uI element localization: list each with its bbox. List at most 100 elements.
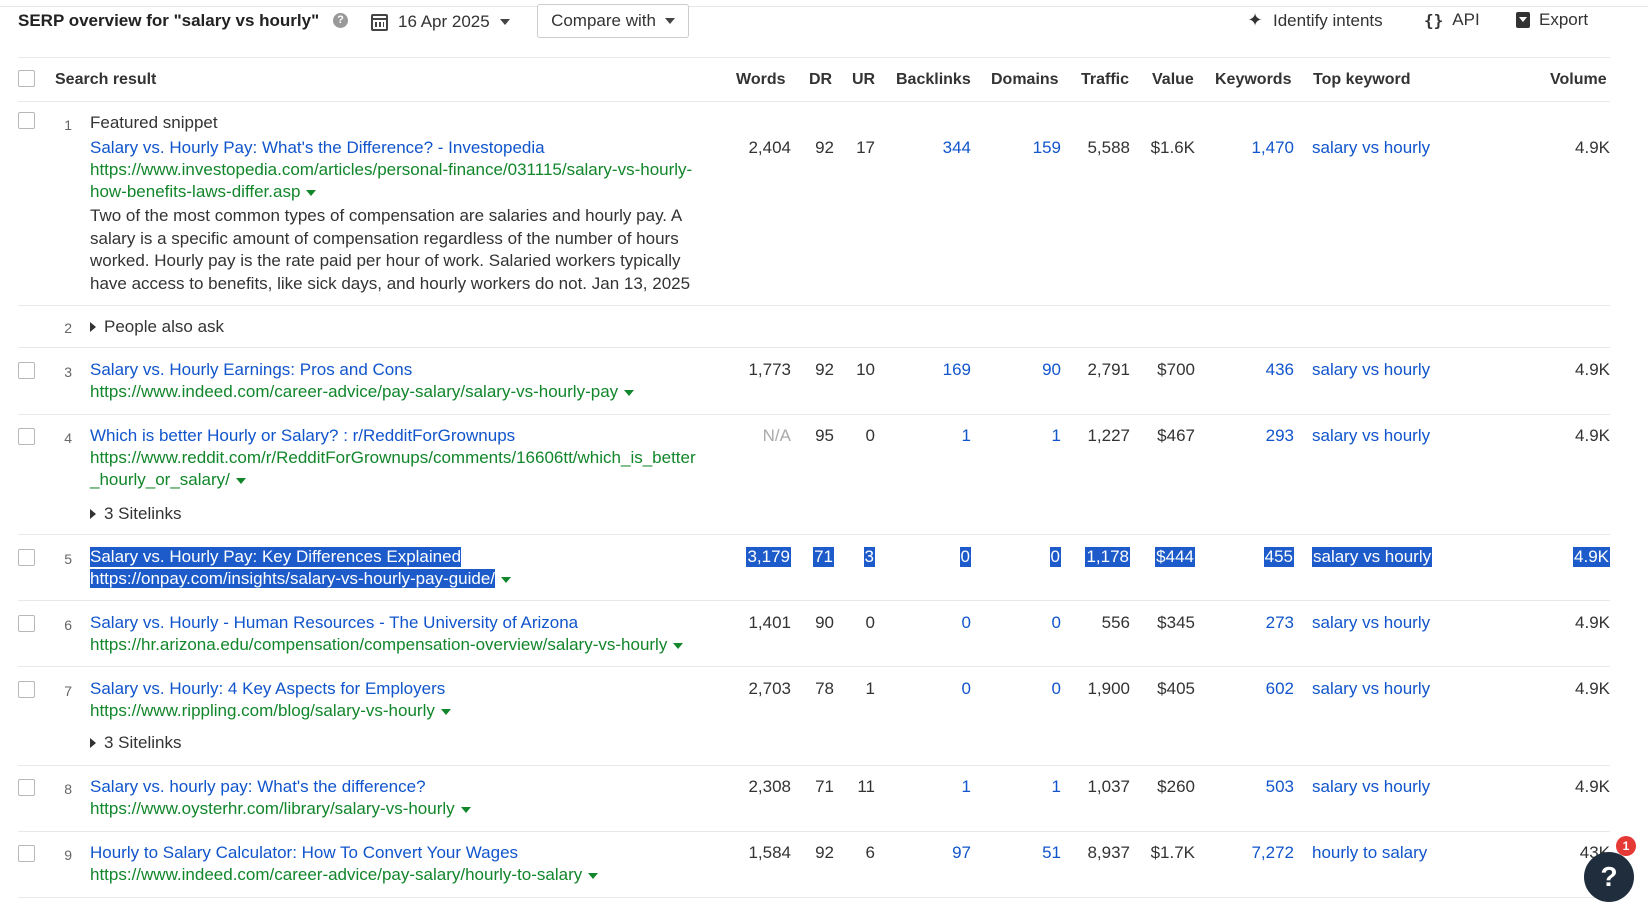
value-amount: $405 [1157,679,1195,698]
result-title-link[interactable]: Salary vs. Hourly Earnings: Pros and Con… [90,360,412,380]
ur-value: 1 [865,679,875,698]
top-keyword-link[interactable]: salary vs hourly [1312,360,1430,380]
backlinks-link[interactable]: 0 [962,613,971,633]
chevron-down-icon[interactable] [306,189,317,196]
sitelinks-toggle[interactable]: 3 Sitelinks [90,504,181,524]
result-title-link[interactable]: Salary vs. Hourly Pay: What's the Differ… [90,138,545,158]
top-keyword-link[interactable]: salary vs hourly [1312,613,1430,633]
domains-link[interactable]: 1 [1052,426,1061,446]
keywords-link[interactable]: 293 [1266,426,1294,446]
sitelinks-label: 3 Sitelinks [104,504,182,523]
row-checkbox[interactable] [18,428,35,445]
domains-link[interactable]: 0 [1052,679,1061,699]
chevron-down-icon[interactable] [440,708,451,715]
result-url[interactable]: https://www.indeed.com/career-advice/pay… [90,381,635,403]
date-picker[interactable]: 16 Apr 2025 [371,10,510,34]
help-chat-button[interactable]: ? [1584,852,1634,902]
volume-value: 4.9K [1575,360,1610,379]
backlinks-link[interactable]: 1 [962,777,971,797]
backlinks-link[interactable]: 169 [943,360,971,380]
top-keyword-link[interactable]: hourly to salary [1312,843,1427,863]
chevron-down-icon[interactable] [673,642,684,649]
rank-number: 9 [64,847,72,863]
result-url[interactable]: https://www.investopedia.com/articles/pe… [90,159,692,203]
result-url[interactable]: https://www.rippling.com/blog/salary-vs-… [90,700,451,722]
result-title-link[interactable]: Which is better Hourly or Salary? : r/Re… [90,426,515,446]
column-header-ur[interactable]: UR [852,71,875,89]
backlinks-link[interactable]: 97 [952,843,971,863]
identify-intents-button[interactable]: ✦ Identify intents [1246,10,1382,31]
column-header-words[interactable]: Words [736,71,785,89]
divider [18,831,1610,832]
chevron-down-icon[interactable] [624,389,635,396]
chevron-down-icon[interactable] [460,806,471,813]
column-header-top-keyword[interactable]: Top keyword [1313,71,1411,89]
row-checkbox[interactable] [18,549,35,566]
keywords-link[interactable]: 273 [1266,613,1294,633]
column-header-traffic[interactable]: Traffic [1081,71,1129,89]
compare-with-button[interactable]: Compare with [537,4,689,38]
column-header-search-result[interactable]: Search result [55,71,156,89]
top-keyword-link[interactable]: salary vs hourly [1312,426,1430,446]
result-title-link[interactable]: Salary vs. Hourly: 4 Key Aspects for Emp… [90,679,445,699]
traffic-value: 1,227 [1087,426,1130,445]
top-keyword-link[interactable]: salary vs hourly [1312,679,1430,699]
row-checkbox[interactable] [18,779,35,796]
domains-link[interactable]: 51 [1042,843,1061,863]
domains-link[interactable]: 1 [1052,777,1061,797]
keywords-link[interactable]: 1,470 [1251,138,1294,158]
result-url[interactable]: https://www.indeed.com/career-advice/pay… [90,864,599,886]
keywords-link[interactable]: 455 [1263,547,1294,567]
chevron-down-icon[interactable] [501,576,512,583]
help-icon[interactable]: ? [333,13,348,28]
divider [18,666,1610,667]
export-button[interactable]: Export [1516,10,1588,30]
row-checkbox[interactable] [18,112,35,129]
backlinks-link[interactable]: 0 [959,547,971,567]
top-keyword-link[interactable]: salary vs hourly [1312,138,1430,158]
result-title-link[interactable]: Salary vs. Hourly - Human Resources - Th… [90,613,578,633]
top-keyword-link[interactable]: salary vs hourly [1312,777,1430,797]
api-button[interactable]: {} API [1424,10,1480,30]
domains-link[interactable]: 159 [1033,138,1061,158]
column-header-dr[interactable]: DR [809,71,832,89]
chevron-down-icon[interactable] [235,477,246,484]
column-header-value[interactable]: Value [1152,71,1194,89]
row-checkbox[interactable] [18,615,35,632]
row-checkbox[interactable] [18,681,35,698]
backlinks-link[interactable]: 1 [962,426,971,446]
column-header-keywords[interactable]: Keywords [1215,71,1291,89]
keywords-link[interactable]: 436 [1266,360,1294,380]
domains-link[interactable]: 0 [1049,547,1061,567]
column-header-domains[interactable]: Domains [991,71,1059,89]
row-checkbox[interactable] [18,845,35,862]
result-title-link[interactable]: Salary vs. Hourly Pay: Key Differences E… [90,547,462,567]
domains-link[interactable]: 0 [1052,613,1061,633]
column-header-backlinks[interactable]: Backlinks [896,71,971,89]
column-header-volume[interactable]: Volume [1550,71,1607,89]
select-all-checkbox[interactable] [18,70,35,87]
keywords-link[interactable]: 602 [1266,679,1294,699]
result-url[interactable]: https://www.reddit.com/r/RedditForGrownu… [90,447,696,491]
result-url[interactable]: https://hr.arizona.edu/compensation/comp… [90,634,684,656]
backlinks-link[interactable]: 344 [943,138,971,158]
keywords-link[interactable]: 503 [1266,777,1294,797]
backlinks-link[interactable]: 0 [962,679,971,699]
rank-number: 6 [64,617,72,633]
result-title-link[interactable]: Hourly to Salary Calculator: How To Conv… [90,843,518,863]
row-checkbox[interactable] [18,362,35,379]
url-text: https://www.rippling.com/blog/salary-vs-… [90,701,435,720]
divider [18,765,1610,766]
chevron-down-icon[interactable] [588,872,599,879]
url-text: https://www.investopedia.com/articles/pe… [90,160,693,179]
result-url[interactable]: https://onpay.com/insights/salary-vs-hou… [90,568,512,590]
people-also-ask-toggle[interactable]: People also ask [90,317,224,337]
result-title-link[interactable]: Salary vs. hourly pay: What's the differ… [90,777,426,797]
traffic-value: 8,937 [1087,843,1130,862]
result-url[interactable]: https://www.oysterhr.com/library/salary-… [90,798,471,820]
keywords-link[interactable]: 7,272 [1251,843,1294,863]
sitelinks-toggle[interactable]: 3 Sitelinks [90,733,181,753]
ur-value: 3 [863,547,875,567]
domains-link[interactable]: 90 [1042,360,1061,380]
top-keyword-link[interactable]: salary vs hourly [1312,547,1433,567]
